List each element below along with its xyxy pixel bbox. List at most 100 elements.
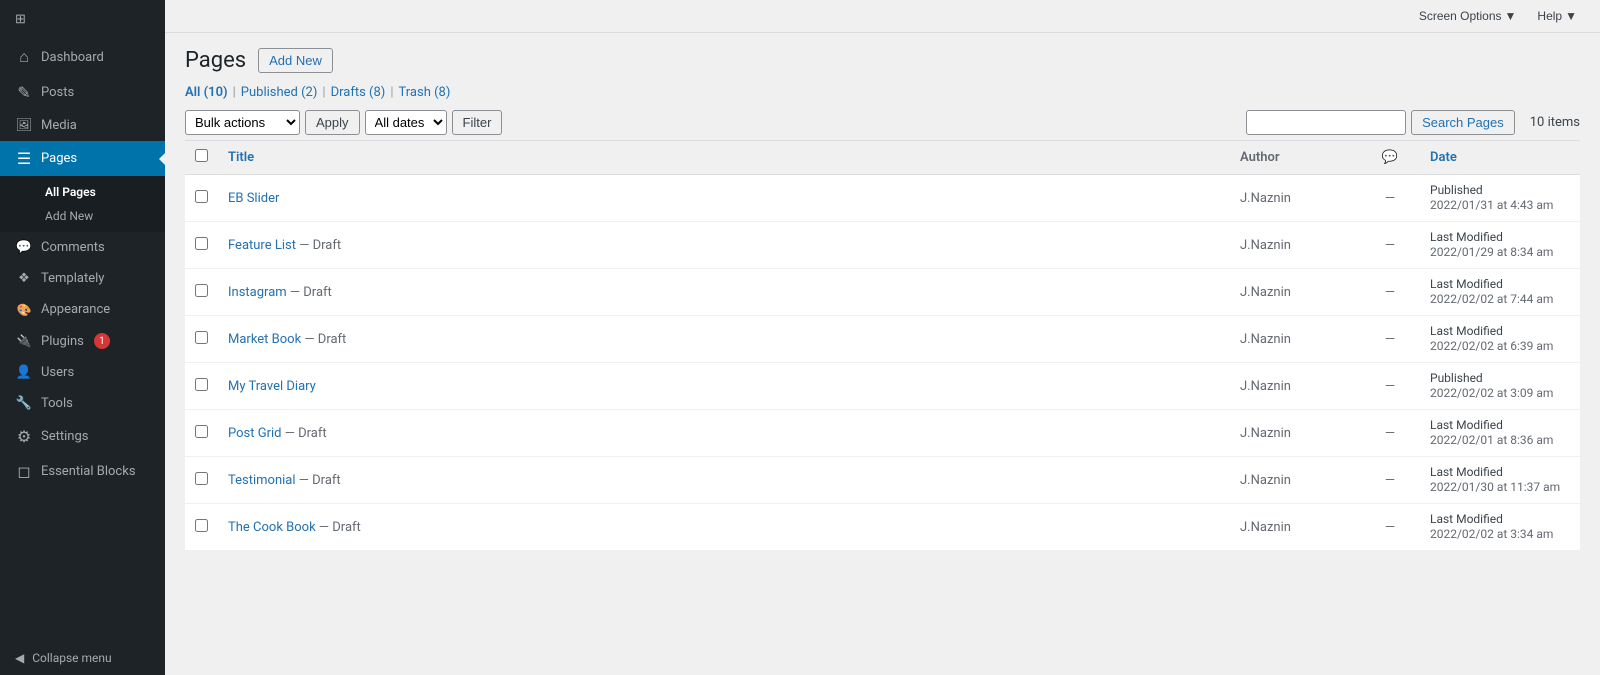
table-row: The Cook Book — DraftJ.Naznin—Last Modif…: [185, 504, 1580, 551]
row-checkbox[interactable]: [195, 378, 208, 391]
sidebar-item-settings[interactable]: ⚙ Settings: [0, 419, 165, 454]
page-author: J.Naznin: [1230, 316, 1360, 363]
bulk-actions-select[interactable]: Bulk actions Edit Move to Trash: [185, 110, 300, 135]
sidebar-item-appearance[interactable]: 🎨 Appearance: [0, 294, 165, 325]
page-title-link[interactable]: EB Slider: [228, 191, 279, 206]
filter-link-trash[interactable]: Trash (8): [399, 85, 451, 100]
page-title-link[interactable]: Post Grid: [228, 426, 281, 441]
sidebar-item-label: Comments: [41, 240, 105, 255]
col-date[interactable]: Date: [1420, 141, 1580, 175]
date-value: 2022/02/02 at 3:09 am: [1430, 386, 1553, 400]
row-checkbox[interactable]: [195, 237, 208, 250]
page-title-link[interactable]: The Cook Book: [228, 520, 316, 535]
sidebar-item-tools[interactable]: 🔧 Tools: [0, 388, 165, 419]
help-arrow-icon: ▼: [1565, 9, 1577, 23]
help-button[interactable]: Help ▼: [1529, 6, 1585, 26]
page-title-link[interactable]: Testimonial: [228, 473, 296, 488]
search-area: Search Pages 10 items: [1246, 110, 1580, 135]
media-icon: 🖼: [15, 118, 33, 133]
select-all-checkbox[interactable]: [195, 149, 208, 162]
sidebar-item-users[interactable]: 👤 Users: [0, 357, 165, 388]
col-title[interactable]: Title: [218, 141, 1230, 175]
main-content: Screen Options ▼ Help ▼ Pages Add New Al…: [165, 0, 1600, 675]
sidebar-logo[interactable]: ⊞: [0, 0, 165, 39]
table-header-row: Title Author 💬 Date: [185, 141, 1580, 175]
sidebar-item-templately[interactable]: ❖ Templately: [0, 263, 165, 294]
plugins-icon: 🔌: [15, 334, 33, 348]
date-value: 2022/01/30 at 11:37 am: [1430, 480, 1560, 494]
topbar: Screen Options ▼ Help ▼: [165, 0, 1600, 33]
page-title: Pages: [185, 48, 246, 73]
sidebar-item-posts[interactable]: ✎ Posts: [0, 75, 165, 110]
filter-link-published[interactable]: Published (2): [241, 85, 318, 100]
screen-options-button[interactable]: Screen Options ▼: [1411, 6, 1525, 26]
page-title-link[interactable]: Feature List: [228, 238, 296, 253]
row-checkbox[interactable]: [195, 472, 208, 485]
add-new-button[interactable]: Add New: [258, 48, 333, 73]
table-row: Feature List — DraftJ.Naznin—Last Modifi…: [185, 222, 1580, 269]
page-author: J.Naznin: [1230, 363, 1360, 410]
sidebar-item-label: Media: [41, 118, 77, 133]
date-status: Last Modified: [1430, 324, 1503, 338]
row-checkbox[interactable]: [195, 331, 208, 344]
page-date: Last Modified2022/02/02 at 3:34 am: [1420, 504, 1580, 551]
posts-icon: ✎: [15, 83, 33, 102]
page-title-link[interactable]: My Travel Diary: [228, 379, 316, 394]
search-input[interactable]: [1246, 110, 1406, 135]
table-row: Market Book — DraftJ.Naznin—Last Modifie…: [185, 316, 1580, 363]
table-body: EB SliderJ.Naznin—Published2022/01/31 at…: [185, 175, 1580, 551]
date-value: 2022/02/02 at 3:34 am: [1430, 527, 1553, 541]
screen-options-label: Screen Options: [1419, 9, 1502, 23]
filter-button[interactable]: Filter: [452, 110, 503, 135]
page-author: J.Naznin: [1230, 410, 1360, 457]
col-comments: 💬: [1360, 141, 1420, 175]
page-comments: —: [1360, 504, 1420, 551]
sidebar-item-label: Settings: [41, 429, 88, 444]
sidebar-item-media[interactable]: 🖼 Media: [0, 110, 165, 141]
sidebar-item-label: Essential Blocks: [41, 464, 136, 479]
sidebar-item-comments[interactable]: 💬 Comments: [0, 232, 165, 263]
search-pages-button[interactable]: Search Pages: [1411, 110, 1515, 135]
date-value: 2022/02/02 at 7:44 am: [1430, 292, 1553, 306]
sidebar-item-dashboard[interactable]: ⌂ Dashboard: [0, 39, 165, 75]
sidebar-item-essential-blocks[interactable]: ◻ Essential Blocks: [0, 454, 165, 489]
sidebar-item-pages[interactable]: ☰ Pages: [0, 141, 165, 176]
draft-label: — Draft: [316, 520, 361, 535]
sidebar-item-plugins[interactable]: 🔌 Plugins 1: [0, 325, 165, 357]
filter-link-all[interactable]: All (10): [185, 85, 228, 100]
dates-select[interactable]: All dates: [365, 110, 447, 135]
page-title-link[interactable]: Market Book: [228, 332, 301, 347]
page-comments: —: [1360, 269, 1420, 316]
page-author: J.Naznin: [1230, 504, 1360, 551]
date-status: Last Modified: [1430, 277, 1503, 291]
page-date: Last Modified2022/01/30 at 11:37 am: [1420, 457, 1580, 504]
page-author: J.Naznin: [1230, 175, 1360, 222]
sidebar-item-label: Users: [41, 365, 74, 380]
date-value: 2022/02/02 at 6:39 am: [1430, 339, 1553, 353]
date-status: Last Modified: [1430, 512, 1503, 526]
row-checkbox[interactable]: [195, 519, 208, 532]
sidebar: ⊞ ⌂ Dashboard ✎ Posts 🖼 Media ☰ Pages Al…: [0, 0, 165, 675]
collapse-icon: ◀: [15, 651, 24, 665]
collapse-menu[interactable]: ◀ Collapse menu: [0, 641, 165, 675]
row-checkbox[interactable]: [195, 284, 208, 297]
date-value: 2022/01/29 at 8:34 am: [1430, 245, 1553, 259]
table-row: My Travel DiaryJ.Naznin—Published2022/02…: [185, 363, 1580, 410]
sidebar-sub-all-pages[interactable]: All Pages: [35, 180, 165, 204]
draft-label: — Draft: [296, 238, 341, 253]
page-title-link[interactable]: Instagram: [228, 285, 287, 300]
apply-button[interactable]: Apply: [305, 110, 360, 135]
sidebar-item-label: Tools: [41, 396, 73, 411]
filter-link-drafts[interactable]: Drafts (8): [331, 85, 386, 100]
page-date: Last Modified2022/01/29 at 8:34 am: [1420, 222, 1580, 269]
draft-label: — Draft: [301, 332, 346, 347]
sidebar-item-label: Appearance: [41, 302, 110, 317]
screen-options-arrow-icon: ▼: [1505, 9, 1517, 23]
sidebar-item-label: Templately: [41, 271, 104, 286]
row-checkbox[interactable]: [195, 190, 208, 203]
page-comments: —: [1360, 410, 1420, 457]
draft-label: — Draft: [281, 426, 326, 441]
date-status: Last Modified: [1430, 465, 1503, 479]
sidebar-sub-add-new[interactable]: Add New: [35, 204, 165, 228]
row-checkbox[interactable]: [195, 425, 208, 438]
